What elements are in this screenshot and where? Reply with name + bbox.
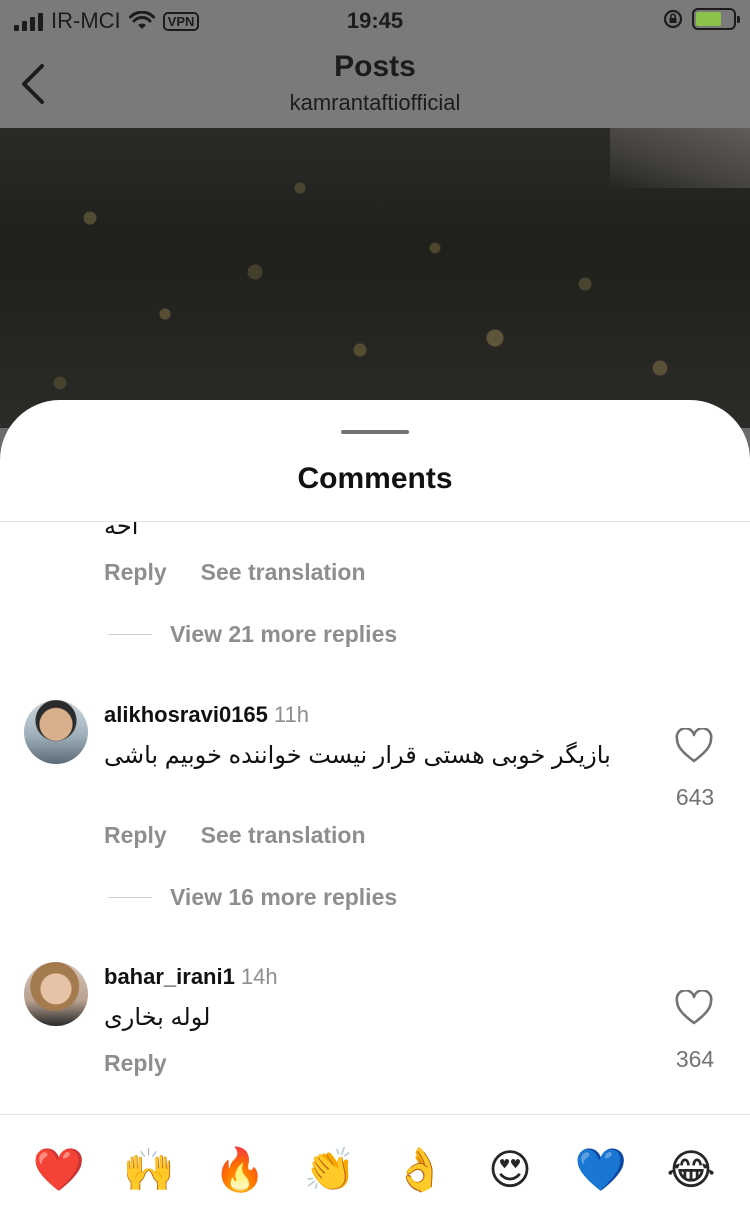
heart-icon[interactable] xyxy=(674,990,714,1026)
comment-actions: Reply xyxy=(104,1050,167,1077)
comment-text: احه xyxy=(104,522,139,540)
tears-of-joy-emoji-button[interactable]: 😂 xyxy=(664,1143,718,1197)
see-translation-button[interactable]: See translation xyxy=(201,559,366,586)
comment-header: alikhosravi0165 11h xyxy=(104,702,309,728)
clock: 19:45 xyxy=(346,8,404,33)
heart-icon[interactable] xyxy=(674,728,714,764)
comments-list[interactable]: احه Reply See translation View 21 more r… xyxy=(0,522,750,1114)
quick-reaction-bar: ❤️ 🙌 🔥 👏 👌 😍 💙 😂 xyxy=(0,1115,750,1212)
fire-emoji-button[interactable]: 🔥 xyxy=(213,1143,267,1197)
comment-username[interactable]: alikhosravi0165 xyxy=(104,702,268,727)
account-username[interactable]: kamrantaftiofficial xyxy=(0,90,750,116)
comment-text: لوله بخاری xyxy=(104,1004,211,1031)
rotation-lock-icon xyxy=(663,9,683,29)
status-bar: IR-MCI VPN 19:45 xyxy=(0,0,750,40)
comment-time: 14h xyxy=(240,964,278,989)
page-title: Posts xyxy=(334,50,416,83)
comment-header: bahar_irani1 14h xyxy=(104,964,278,990)
avatar[interactable] xyxy=(24,700,88,764)
comment-username[interactable]: bahar_irani1 xyxy=(104,964,235,989)
sheet-title: Comments xyxy=(297,462,453,495)
comment-actions: Reply See translation xyxy=(104,822,366,849)
like-count: 643 xyxy=(675,784,715,810)
view-replies-label: View 16 more replies xyxy=(170,884,398,910)
reply-button[interactable]: Reply xyxy=(104,559,167,586)
raising-hands-emoji-button[interactable]: 🙌 xyxy=(122,1143,176,1197)
like-count: 364 xyxy=(675,1046,715,1072)
view-replies-button[interactable]: View 21 more replies xyxy=(108,621,397,648)
ok-hand-emoji-button[interactable]: 👌 xyxy=(393,1143,447,1197)
comment-actions: Reply See translation xyxy=(104,559,366,586)
replies-line xyxy=(108,897,152,898)
avatar[interactable] xyxy=(24,962,88,1026)
heart-eyes-emoji-button[interactable]: 😍 xyxy=(483,1143,537,1197)
reply-button[interactable]: Reply xyxy=(104,822,167,849)
sheet-drag-handle[interactable] xyxy=(341,430,409,434)
view-replies-button[interactable]: View 16 more replies xyxy=(108,884,397,911)
replies-line xyxy=(108,634,152,635)
post-image xyxy=(0,128,750,428)
status-icons xyxy=(662,8,740,30)
clapping-hands-emoji-button[interactable]: 👏 xyxy=(303,1143,357,1197)
red-heart-emoji-button[interactable]: ❤️ xyxy=(32,1143,86,1197)
comment-text: بازیگر خوبی هستی قرار نیست خواننده خوبیم… xyxy=(104,742,611,769)
view-replies-label: View 21 more replies xyxy=(170,621,398,647)
see-translation-button[interactable]: See translation xyxy=(201,822,366,849)
battery-icon xyxy=(692,8,740,30)
comment-time: 11h xyxy=(273,702,309,727)
comments-sheet: Comments احه Reply See translation View … xyxy=(0,400,750,1212)
reply-button[interactable]: Reply xyxy=(104,1050,167,1077)
blue-heart-emoji-button[interactable]: 💙 xyxy=(574,1143,628,1197)
